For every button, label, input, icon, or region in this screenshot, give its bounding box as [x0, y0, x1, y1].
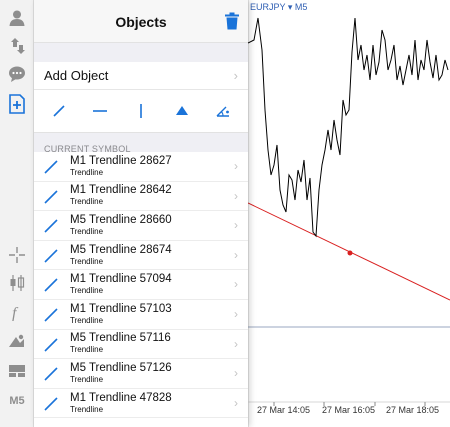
object-text: M1 Trendline 57103 Trendline: [70, 303, 248, 326]
object-list-item[interactable]: M1 Trendline 28642 Trendline ›: [34, 182, 248, 212]
object-type: Trendline: [70, 167, 104, 177]
object-type: Trendline: [70, 374, 104, 384]
object-text: M5 Trendline 28660 Trendline: [70, 214, 248, 237]
trash-icon[interactable]: [224, 12, 240, 30]
object-text: M5 Trendline 57116 Trendline: [70, 332, 248, 355]
object-list-item[interactable]: M5 Trendline 28660 Trendline ›: [34, 211, 248, 241]
trendline-icon: [44, 190, 58, 204]
trade-arrows-icon[interactable]: [4, 34, 30, 58]
candlestick-icon[interactable]: [4, 271, 30, 295]
object-type: Trendline: [70, 404, 104, 414]
x-tick-label: 27 Mar 18:05: [386, 405, 440, 415]
trendline-icon: [44, 219, 58, 233]
chevron-right-icon: ›: [234, 306, 238, 321]
chart-canvas: [248, 0, 450, 427]
chevron-right-icon: ›: [234, 159, 238, 173]
x-tick-label: 27 Mar 14:05: [257, 405, 311, 415]
object-name: M5 Trendline 28660: [70, 213, 172, 226]
svg-text:f: f: [12, 305, 19, 321]
trendline-icon: [44, 160, 58, 174]
object-type: Trendline: [70, 256, 104, 266]
object-type: Trendline: [70, 197, 104, 207]
add-object-row[interactable]: Add Object ›: [34, 62, 248, 90]
object-text: M5 Trendline 28674 Trendline: [70, 244, 248, 267]
chevron-right-icon: ›: [233, 68, 238, 83]
object-name: M5 Trendline 57116: [70, 332, 171, 345]
object-tools: [34, 90, 248, 132]
object-name: M1 Trendline 57103: [70, 302, 172, 315]
chevron-right-icon: ›: [234, 336, 238, 351]
object-type: Trendline: [70, 315, 104, 325]
object-name: M1 Trendline 57094: [70, 273, 172, 286]
angle-tool-icon[interactable]: [209, 97, 237, 125]
panel-header: Objects: [34, 0, 248, 42]
trendline-tool-icon[interactable]: [45, 97, 73, 125]
chevron-right-icon: ›: [234, 277, 238, 292]
section-header: CURRENT SYMBOL: [34, 132, 248, 154]
object-list: M1 Trendline 28627 Trendline › M1 Trendline…: [34, 152, 248, 419]
add-object-label: Add Object: [44, 68, 109, 83]
object-type: Trendline: [70, 226, 104, 236]
object-list-item[interactable]: M1 Trendline 57094 Trendline ›: [34, 270, 248, 300]
object-list-item[interactable]: M1 Trendline 28627 Trendline ›: [34, 152, 248, 182]
left-toolbar: f M5: [0, 0, 34, 427]
timeframe-label[interactable]: M5: [4, 389, 30, 413]
user-icon[interactable]: [4, 6, 30, 30]
object-list-item[interactable]: M5 Trendline 57116 Trendline ›: [34, 330, 248, 360]
object-text: M1 Trendline 57094 Trendline: [70, 273, 248, 296]
chevron-right-icon: ›: [234, 395, 238, 410]
chevron-right-icon: ›: [234, 366, 238, 381]
object-list-item[interactable]: M1 Trendline 47828 Trendline ›: [34, 389, 248, 419]
price-line: [248, 17, 449, 238]
object-type: Trendline: [70, 286, 104, 296]
arrow-up-tool-icon[interactable]: [168, 97, 196, 125]
objects-icon[interactable]: [4, 330, 30, 354]
chevron-right-icon: ›: [234, 247, 238, 262]
trendline-icon: [44, 278, 58, 292]
timeframe-text: M5: [9, 395, 25, 407]
crosshair-icon[interactable]: [4, 243, 30, 267]
templates-icon[interactable]: [4, 359, 30, 383]
object-name: M1 Trendline 47828: [70, 391, 172, 404]
trendline-anchor-point: [347, 250, 353, 256]
add-object-icon[interactable]: [4, 92, 30, 116]
panel-title: Objects: [115, 14, 167, 30]
object-text: M5 Trendline 57126 Trendline: [70, 362, 248, 385]
object-list-item[interactable]: M5 Trendline 28674 Trendline ›: [34, 241, 248, 271]
x-tick-label: 27 Mar 16:05: [322, 405, 376, 415]
trendline-icon: [44, 397, 58, 411]
vertical-line-tool-icon[interactable]: [127, 97, 155, 125]
trendline-icon: [44, 308, 58, 322]
object-type: Trendline: [70, 345, 104, 355]
app-screen: EURJPY ▾ M5 27 Mar 14:05 27 Mar 16:05 27…: [0, 0, 450, 427]
chevron-right-icon: ›: [234, 188, 238, 203]
object-name: M5 Trendline 57126: [70, 361, 172, 374]
object-list-item[interactable]: M1 Trendline 57103 Trendline ›: [34, 300, 248, 330]
price-chart[interactable]: EURJPY ▾ M5 27 Mar 14:05 27 Mar 16:05 27…: [248, 0, 450, 427]
object-list-item[interactable]: M5 Trendline 57126 Trendline ›: [34, 359, 248, 389]
object-text: M1 Trendline 47828 Trendline: [70, 392, 248, 415]
function-icon[interactable]: f: [4, 300, 30, 324]
objects-panel: Objects Add Object › CURRENT SYMBOL M1 T…: [34, 0, 248, 427]
trendline-icon: [44, 249, 58, 263]
object-text: M1 Trendline 28642 Trendline: [70, 184, 248, 207]
horizontal-line-tool-icon[interactable]: [86, 97, 114, 125]
trendline-icon: [44, 367, 58, 381]
header-spacer: [34, 42, 248, 62]
object-name: M1 Trendline 28642: [70, 184, 172, 197]
object-name: M1 Trendline 28627: [70, 154, 172, 167]
chevron-right-icon: ›: [234, 218, 238, 233]
chat-icon[interactable]: [4, 62, 30, 86]
object-text: M1 Trendline 28627 Trendline: [70, 155, 248, 178]
object-name: M5 Trendline 28674: [70, 243, 172, 256]
trendline-icon: [44, 337, 58, 352]
